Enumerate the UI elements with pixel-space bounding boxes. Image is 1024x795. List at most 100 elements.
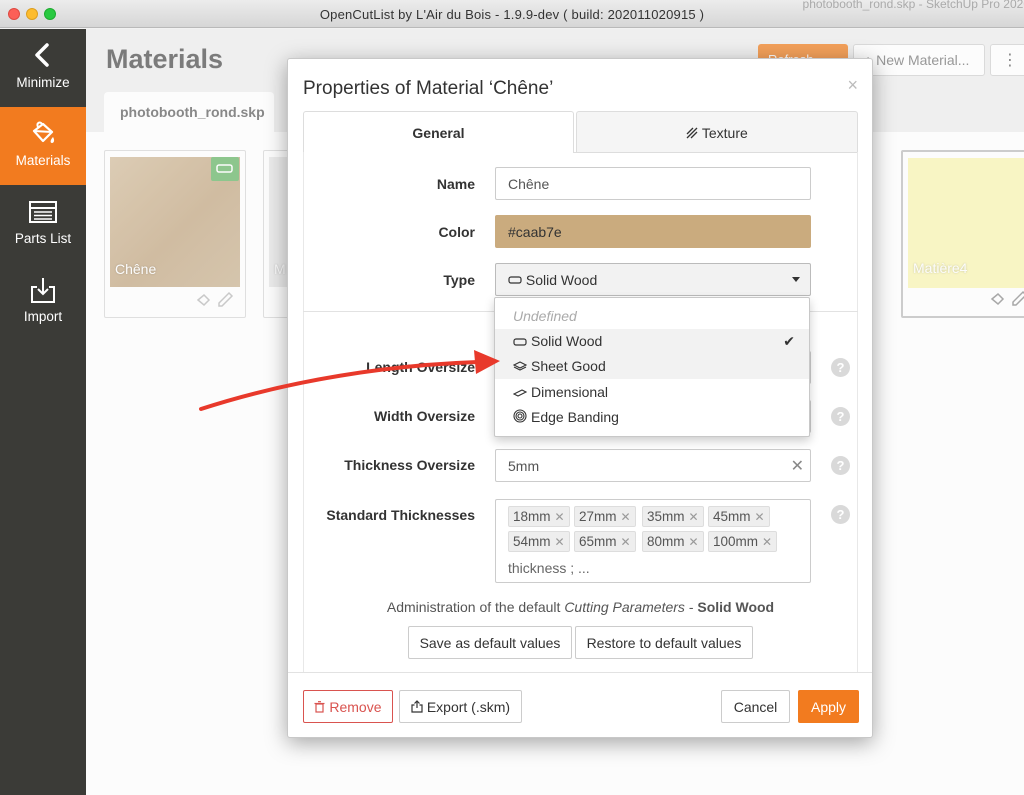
- trash-icon: [314, 701, 325, 713]
- sidebar-item-label: Parts List: [14, 231, 72, 246]
- thickness-tag: 35mm ✕: [642, 506, 704, 527]
- admin-bold: Solid Wood: [697, 599, 775, 615]
- dropdown-item-solid-wood[interactable]: Solid Wood ✔: [495, 329, 809, 354]
- dropdown-item-label: Solid Wood: [531, 333, 603, 349]
- type-label: Type: [443, 272, 475, 288]
- paint-bucket-icon: [32, 121, 55, 143]
- dropdown-item-label: Dimensional: [531, 384, 609, 400]
- standard-thicknesses-field[interactable]: 18mm ✕ 27mm ✕ 35mm ✕ 45mm ✕ 54mm ✕ 65mm ✕ 80mm…: [495, 499, 811, 583]
- thickness-tag-label: 35mm: [647, 509, 685, 524]
- footer-divider: [288, 672, 872, 673]
- help-icon[interactable]: ?: [831, 358, 850, 377]
- type-select-value: Solid Wood: [525, 272, 598, 288]
- thickness-tag: 54mm ✕: [508, 531, 570, 552]
- remove-tag-icon[interactable]: ✕: [555, 510, 565, 524]
- remove-tag-icon[interactable]: ✕: [762, 535, 772, 549]
- list-icon: [29, 201, 57, 223]
- dropdown-item-label: Edge Banding: [531, 409, 619, 425]
- thickness-tag: 80mm ✕: [642, 531, 704, 552]
- remove-tag-icon[interactable]: ✕: [689, 535, 699, 549]
- thickness-oversize-value: 5mm: [508, 458, 540, 474]
- import-icon: [31, 278, 55, 303]
- sidebar-item-label: Import: [23, 309, 63, 324]
- thickness-tag-label: 45mm: [713, 509, 751, 524]
- color-label: Color: [438, 224, 475, 240]
- close-icon[interactable]: ×: [847, 75, 858, 96]
- thickness-tag: 100mm ✕: [708, 531, 778, 552]
- remove-tag-icon[interactable]: ✕: [755, 510, 765, 524]
- admin-dash: -: [688, 599, 694, 615]
- thickness-tag-label: 100mm: [713, 534, 759, 549]
- chevron-left-icon: [35, 43, 49, 67]
- sidebar-item-parts-list[interactable]: Parts List: [0, 185, 86, 263]
- remove-tag-icon[interactable]: ✕: [555, 535, 565, 549]
- dimensional-icon: [513, 389, 527, 397]
- default-parameters-note: Administration of the default Cutting Pa…: [303, 599, 858, 615]
- thickness-tag-label: 18mm: [513, 509, 551, 524]
- solid-wood-icon: [513, 338, 527, 346]
- dropdown-item-dimensional[interactable]: Dimensional: [495, 380, 809, 405]
- name-field[interactable]: Chêne: [495, 167, 811, 200]
- thickness-oversize-field[interactable]: 5mm ✕: [495, 449, 811, 482]
- sidebar-item-minimize[interactable]: Minimize: [0, 29, 86, 107]
- sidebar: Minimize Materials Parts List Import: [0, 29, 86, 795]
- remove-tag-icon[interactable]: ✕: [621, 535, 631, 549]
- help-icon[interactable]: ?: [831, 407, 850, 426]
- export-button[interactable]: Export (.skm): [399, 690, 522, 723]
- sidebar-item-materials[interactable]: Materials: [0, 107, 86, 185]
- thickness-tag-label: 65mm: [579, 534, 617, 549]
- tab-divider: [574, 152, 858, 153]
- sidebar-item-label: Minimize: [16, 75, 70, 90]
- width-oversize-label: Width Oversize: [373, 408, 475, 424]
- tab-border-right: [857, 152, 858, 672]
- window-titlebar: OpenCutList by L'Air du Bois - 1.9.9-dev…: [0, 0, 1024, 28]
- checkmark-icon: ✔: [783, 333, 795, 349]
- standard-thicknesses-label: Standard Thicknesses: [326, 507, 475, 523]
- solid-wood-icon: [508, 276, 522, 284]
- tab-general[interactable]: General: [303, 111, 574, 153]
- sheet-good-icon: [513, 361, 527, 371]
- thickness-tag-label: 54mm: [513, 534, 551, 549]
- dropdown-item-edge-banding[interactable]: Edge Banding: [495, 405, 809, 430]
- remove-button[interactable]: Remove: [303, 690, 393, 723]
- tag-input-placeholder[interactable]: thickness ; ...: [508, 560, 590, 576]
- modal-title: Properties of Material ‘Chêne’: [303, 78, 554, 99]
- export-label: Export (.skm): [426, 699, 511, 715]
- cancel-button[interactable]: Cancel: [721, 690, 790, 723]
- color-field[interactable]: #caab7e: [495, 215, 811, 248]
- admin-prefix: Administration of the default: [386, 599, 561, 615]
- remove-tag-icon[interactable]: ✕: [689, 510, 699, 524]
- dropdown-item-undefined: Undefined: [513, 308, 577, 324]
- chevron-down-icon: [792, 277, 800, 282]
- sidebar-item-label: Materials: [15, 153, 71, 168]
- remove-tag-icon[interactable]: ✕: [621, 510, 631, 524]
- tab-texture-label: Texture: [701, 125, 748, 141]
- tab-texture[interactable]: Texture: [576, 111, 858, 153]
- thickness-oversize-label: Thickness Oversize: [344, 457, 475, 473]
- thickness-tag: 45mm ✕: [708, 506, 770, 527]
- background-window-title: photobooth_rond.skp - SketchUp Pro 2020: [802, 0, 1024, 11]
- apply-button[interactable]: Apply: [798, 690, 859, 723]
- thickness-tag: 18mm ✕: [508, 506, 570, 527]
- sidebar-item-import[interactable]: Import: [0, 263, 86, 341]
- thickness-tag: 65mm ✕: [574, 531, 636, 552]
- clear-icon[interactable]: ✕: [791, 456, 804, 476]
- thickness-tag-label: 80mm: [647, 534, 685, 549]
- remove-label: Remove: [329, 699, 382, 715]
- dropdown-item-sheet-good[interactable]: Sheet Good: [495, 354, 809, 379]
- dropdown-item-label: Sheet Good: [531, 358, 606, 374]
- restore-default-button[interactable]: Restore to default values: [575, 626, 753, 659]
- type-select[interactable]: Solid Wood: [495, 263, 811, 296]
- help-icon[interactable]: ?: [831, 505, 850, 524]
- name-label: Name: [436, 176, 475, 192]
- thickness-tag-label: 27mm: [579, 509, 617, 524]
- save-default-button[interactable]: Save as default values: [408, 626, 572, 659]
- type-dropdown-menu: Undefined Solid Wood ✔ Sheet Good Dimens…: [494, 297, 810, 437]
- help-icon[interactable]: ?: [831, 456, 850, 475]
- texture-icon: [686, 127, 698, 139]
- admin-italic: Cutting Parameters: [564, 599, 685, 615]
- length-oversize-label: Length Oversize: [366, 359, 475, 375]
- export-icon: [411, 700, 423, 713]
- thickness-tag: 27mm ✕: [574, 506, 636, 527]
- edge-banding-icon: [513, 409, 527, 423]
